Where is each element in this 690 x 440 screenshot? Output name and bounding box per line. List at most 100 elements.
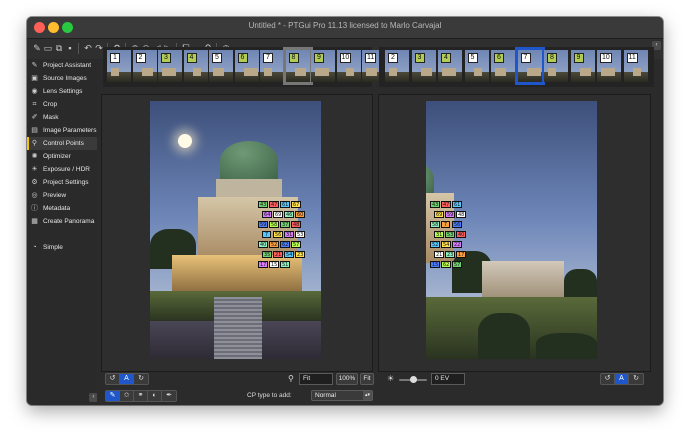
sidebar-item-create-panorama[interactable]: ▦ Create Panorama	[27, 215, 97, 228]
image-thumbnail[interactable]: 6	[491, 50, 515, 82]
control-point-marker[interactable]: 7	[441, 221, 450, 228]
image-thumbnail[interactable]: 7	[260, 50, 284, 82]
sidebar-item-control-points[interactable]: ⚲ Control Points	[27, 137, 97, 150]
control-point-marker[interactable]: 40	[456, 231, 467, 238]
control-point-marker[interactable]: 69	[273, 211, 284, 218]
sidebar-item-image-parameters[interactable]: ▤ Image Parameters	[27, 124, 97, 137]
control-point-marker[interactable]: 17	[456, 251, 467, 258]
control-point-marker[interactable]: 15	[430, 261, 441, 268]
control-point-marker[interactable]: 56	[273, 231, 284, 238]
control-point-marker[interactable]: 52	[269, 241, 280, 248]
control-point-marker[interactable]: 21	[434, 251, 445, 258]
control-point-marker[interactable]: 58	[430, 221, 441, 228]
auto-button[interactable]: A	[120, 374, 134, 384]
image-thumbnail[interactable]: 9	[570, 50, 595, 82]
right-image-strip[interactable]: 2 3 4 5 6 7 8 9 10 11	[379, 47, 654, 87]
exposure-value-input[interactable]: 0 EV	[431, 373, 465, 385]
control-point-marker[interactable]: 62	[280, 241, 291, 248]
sidebar-item-preview[interactable]: ◎ Preview	[27, 189, 97, 202]
contrast-tool-icon[interactable]: ◐	[148, 391, 162, 401]
control-point-marker[interactable]: 62	[441, 261, 452, 268]
image-thumbnail[interactable]: 8	[544, 50, 568, 82]
control-point-marker[interactable]: 59	[445, 211, 456, 218]
control-point-marker[interactable]: 64	[262, 211, 273, 218]
right-image-viewer[interactable]: 43 47 61 69 59 48 58 7 56 31 53 40 52 54 22 21 23 17 15 62 5…	[378, 94, 651, 372]
image-thumbnail[interactable]: 4	[183, 50, 208, 82]
control-point-marker[interactable]: 61	[280, 201, 291, 208]
control-point-marker[interactable]: 7	[262, 231, 271, 238]
control-point-marker[interactable]: 31	[434, 231, 445, 238]
control-point-marker[interactable]: 23	[445, 251, 456, 258]
sidebar-item-project-settings[interactable]: ⚙ Project Settings	[27, 176, 97, 189]
left-photo[interactable]: 43 47 61 67 64 69 46 60 59 58 37 48 7 56 31 53 40 52 62 57 3…	[150, 101, 321, 359]
image-thumbnail[interactable]: 7	[514, 47, 545, 85]
control-point-marker[interactable]: 53	[295, 231, 306, 238]
image-thumbnail[interactable]: 3	[411, 50, 436, 82]
image-thumbnail[interactable]: 5	[209, 50, 233, 82]
control-point-marker[interactable]: 43	[430, 201, 441, 208]
control-point-marker[interactable]: 51	[280, 261, 291, 268]
rotate-right-icon[interactable]: ↻	[134, 374, 148, 384]
exposure-slider-knob[interactable]	[409, 376, 417, 383]
save-icon[interactable]: ▪	[64, 42, 76, 54]
cp-type-select[interactable]: Normal ▴▾	[311, 390, 373, 401]
rotate-right-icon[interactable]: ↻	[629, 374, 643, 384]
control-point-marker[interactable]: 56	[452, 221, 463, 228]
sidebar-item-metadata[interactable]: ⓘ Metadata	[27, 202, 97, 215]
zoom-fit-input[interactable]: Fit	[299, 373, 333, 385]
image-thumbnail[interactable]: 5	[464, 50, 489, 82]
control-point-marker[interactable]: 40	[258, 241, 269, 248]
rotate-left-icon[interactable]: ↺	[601, 374, 615, 384]
image-thumbnail[interactable]: 2	[132, 50, 157, 82]
sidebar-item-mask[interactable]: ✐ Mask	[27, 111, 97, 124]
control-point-marker[interactable]: 69	[434, 211, 445, 218]
control-point-marker[interactable]: 43	[258, 201, 269, 208]
sidebar-item-lens-settings[interactable]: ◉ Lens Settings	[27, 85, 97, 98]
control-point-marker[interactable]: 60	[295, 211, 306, 218]
control-point-marker[interactable]: 37	[280, 221, 291, 228]
image-thumbnail[interactable]: 11	[623, 50, 648, 82]
control-point-marker[interactable]: 21	[273, 251, 284, 258]
zoom-100-button[interactable]: 100%	[336, 373, 358, 385]
control-point-marker[interactable]: 53	[445, 231, 456, 238]
star-tool-icon[interactable]: ✩	[120, 391, 134, 401]
pointer-tool-icon[interactable]: ✎	[106, 391, 120, 401]
control-point-marker[interactable]: 54	[284, 251, 295, 258]
left-image-viewer[interactable]: 43 47 61 67 64 69 46 60 59 58 37 48 7 56 31 53 40 52 62 57 3…	[101, 94, 373, 372]
zoom-fit-button[interactable]: Fit	[360, 373, 374, 385]
control-point-marker[interactable]: 47	[441, 201, 452, 208]
sidebar-item-simple[interactable]: ◔ Simple	[27, 241, 97, 254]
control-point-marker[interactable]: 23	[295, 251, 306, 258]
image-thumbnail[interactable]: 3	[158, 50, 182, 82]
image-thumbnail[interactable]: 6	[234, 50, 259, 82]
image-thumbnail[interactable]: 8	[282, 47, 313, 85]
control-point-marker[interactable]: 54	[441, 241, 452, 248]
image-thumbnail[interactable]: 10	[597, 50, 621, 82]
eyedropper-tool-icon[interactable]: ✒	[162, 391, 176, 401]
control-point-marker[interactable]: 22	[452, 241, 463, 248]
control-point-marker[interactable]: 15	[269, 261, 280, 268]
image-thumbnail[interactable]: 2	[385, 50, 409, 82]
control-point-marker[interactable]: 57	[291, 241, 302, 248]
control-point-marker[interactable]: 57	[452, 261, 463, 268]
control-point-marker[interactable]: 61	[452, 201, 463, 208]
control-point-marker[interactable]: 48	[456, 211, 467, 218]
sidebar-item-project-assistant[interactable]: ✎ Project Assistant	[27, 59, 97, 72]
left-image-strip[interactable]: 1 2 3 4 5 6 7 8 9 10 11	[103, 47, 386, 87]
image-thumbnail[interactable]: 10	[336, 50, 361, 82]
image-thumbnail[interactable]: 4	[438, 50, 462, 82]
control-point-marker[interactable]: 47	[269, 201, 280, 208]
control-point-marker[interactable]: 46	[284, 211, 295, 218]
control-point-marker[interactable]: 59	[258, 221, 269, 228]
control-point-marker[interactable]: 67	[291, 201, 302, 208]
control-point-marker[interactable]: 35	[262, 251, 273, 258]
control-point-marker[interactable]: 31	[284, 231, 295, 238]
control-point-marker[interactable]: 52	[430, 241, 441, 248]
sidebar-item-crop[interactable]: ⌗ Crop	[27, 98, 97, 111]
control-point-marker[interactable]: 58	[269, 221, 280, 228]
right-photo[interactable]: 43 47 61 69 59 48 58 7 56 31 53 40 52 54 22 21 23 17 15 62 5…	[426, 101, 597, 359]
link-tool-icon[interactable]: ⚭	[134, 391, 148, 401]
sidebar-item-exposure-hdr[interactable]: ☀ Exposure / HDR	[27, 163, 97, 176]
sidebar-item-source-images[interactable]: ▣ Source Images	[27, 72, 97, 85]
auto-button[interactable]: A	[615, 374, 629, 384]
